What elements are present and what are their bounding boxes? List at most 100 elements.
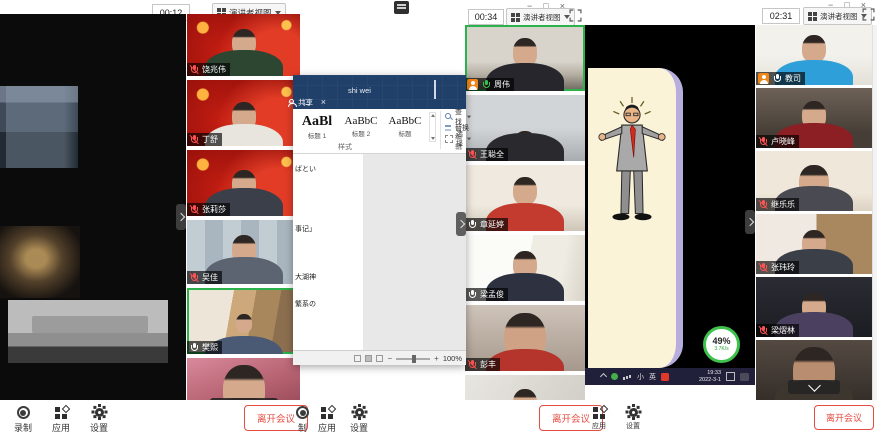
read-mode-icon[interactable]	[354, 355, 361, 362]
participant-name-bar: 周伟	[465, 78, 514, 91]
settings-button[interactable]: 设置	[90, 405, 108, 434]
participant-tile-partial[interactable]	[465, 375, 585, 400]
participant-name-bar: 教司	[756, 72, 805, 85]
participant-tile[interactable]: 丁舒	[187, 80, 300, 146]
style-gallery: AaBl 标题 1 AaBbC 标题 2 AaBbC 标题	[295, 111, 427, 143]
settings-button[interactable]: 设置	[350, 405, 368, 434]
participant-tile[interactable]: 梁熠林	[756, 277, 872, 337]
participant-video	[187, 358, 300, 400]
action-center-icon[interactable]	[726, 372, 735, 381]
participant-name: 吴佳	[202, 272, 218, 283]
memory-cleaner-ball[interactable]: 49% 3.7K/s	[703, 326, 740, 363]
word-title-bar[interactable]: shi wei − □ ×	[293, 75, 466, 95]
meeting1-filmstrip-expand-handle[interactable]	[176, 204, 186, 230]
tray-app-icon[interactable]	[611, 373, 618, 380]
apps-button[interactable]: 应用	[52, 406, 70, 434]
meeting2-filmstrip-expand-handle[interactable]	[456, 212, 466, 236]
settings-label: 设置	[626, 421, 640, 431]
participant-tile[interactable]: 章延婷	[465, 165, 585, 231]
ime-indicator[interactable]: 小	[637, 372, 644, 382]
zoom-slider[interactable]	[396, 358, 430, 360]
network-signal-icon[interactable]	[623, 373, 632, 380]
notification-icon[interactable]	[740, 373, 749, 381]
gear-icon	[352, 405, 366, 419]
style-preview: AaBl	[302, 115, 332, 129]
style-heading2[interactable]: AaBbC 标题 2	[339, 111, 383, 143]
style-gallery-scrollbar[interactable]	[429, 112, 436, 142]
shared-slide	[588, 68, 683, 368]
mic-on-icon	[467, 220, 477, 230]
mic-on-icon	[772, 74, 782, 84]
style-label: 标题 1	[308, 130, 326, 140]
collapse-filmstrip-button[interactable]	[210, 398, 278, 400]
presenter-badge-icon	[467, 79, 478, 90]
doc-text-fragment: 繁系の	[295, 299, 316, 309]
share-button[interactable]: 共享	[287, 97, 460, 108]
taskbar-clock[interactable]: 19:33 2022-3-1	[699, 370, 721, 383]
meeting2-view-dropdown[interactable]: 演讲者视图	[506, 8, 575, 26]
tray-red-app-icon[interactable]	[661, 373, 669, 381]
participant-tile[interactable]: 饶兆伟	[187, 14, 300, 76]
zoom-in-icon[interactable]: +	[434, 354, 439, 363]
participant-name: 梁孟俊	[480, 289, 504, 300]
participant-tile[interactable]: 王聪全	[465, 95, 585, 161]
memory-percent: 49%	[712, 337, 730, 346]
presenter-badge-icon	[758, 73, 769, 84]
participant-name-bar: 吴佳	[187, 271, 222, 284]
participant-name: 丁舒	[202, 134, 218, 145]
apps-button[interactable]: 应用	[592, 406, 606, 431]
screen: 00:12 演讲者视图 饶兆伟 丁舒	[0, 0, 877, 442]
apps-grid-icon	[593, 406, 606, 419]
settings-button[interactable]: 设置	[626, 405, 640, 431]
web-layout-icon[interactable]	[376, 355, 383, 362]
scroll-down-icon	[431, 137, 435, 140]
zoom-out-icon[interactable]: −	[387, 354, 392, 363]
speaker-view-icon	[511, 13, 520, 22]
print-layout-icon[interactable]	[365, 355, 372, 362]
filmstrip-scrollbar[interactable]	[872, 25, 877, 400]
mic-muted-icon	[758, 326, 768, 336]
mic-muted-icon	[189, 65, 199, 75]
meeting3-filmstrip-expand-handle[interactable]	[745, 210, 755, 234]
participant-tile[interactable]: 继乐乐	[756, 151, 872, 211]
meeting3-filmstrip: 教司 卢晓峰 继乐乐 张玮玲	[756, 25, 872, 400]
participant-tile[interactable]: 梁孟俊	[465, 235, 585, 301]
meeting3-timer: 02:31	[762, 8, 800, 24]
participant-tile[interactable]: 卢晓峰	[756, 88, 872, 148]
collapse-filmstrip-button[interactable]	[788, 380, 840, 394]
cartoon-man-illustration	[598, 90, 666, 240]
style-heading1[interactable]: AaBl 标题 1	[295, 111, 339, 143]
participant-name-bar: 张玮玲	[756, 261, 799, 274]
participant-tile[interactable]: 张玮玲	[756, 214, 872, 274]
language-indicator[interactable]: 英	[649, 372, 656, 382]
participant-tile[interactable]: 彭丰	[465, 305, 585, 371]
record-button[interactable]: 录制	[14, 406, 32, 434]
participant-name-bar: 彭丰	[465, 358, 500, 371]
participant-tile-speaking[interactable]: 周伟	[465, 25, 585, 91]
zoom-level[interactable]: 100%	[443, 354, 462, 363]
tray-expand-icon[interactable]	[600, 373, 607, 380]
editing-group-label: 编辑	[455, 132, 466, 152]
participant-tile[interactable]: 教司	[756, 25, 872, 85]
network-speed: 3.7K/s	[714, 346, 728, 352]
fullscreen-icon[interactable]	[862, 8, 875, 21]
record-button-partial[interactable]: 制	[296, 406, 309, 434]
meeting3-leave-button[interactable]: 离开会议	[814, 405, 874, 430]
apps-button[interactable]: 应用	[318, 406, 336, 434]
participant-tile[interactable]: 吴佳	[187, 220, 300, 284]
menu-lines-icon	[397, 4, 406, 6]
participant-tile-partial[interactable]	[187, 358, 300, 400]
document-page[interactable]: ばとい 事记」 大湖神 繁系の	[293, 154, 363, 350]
participant-tile-partial[interactable]	[756, 340, 872, 400]
style-heading[interactable]: AaBbC 标题	[383, 111, 427, 143]
fullscreen-icon[interactable]	[569, 9, 582, 22]
floating-toolbar-icon[interactable]	[394, 1, 409, 14]
participant-tile[interactable]: 张莉莎	[187, 150, 300, 216]
word-status-bar: − + 100%	[293, 350, 466, 365]
meeting3-shared-screen: 49% 3.7K/s 小 英 19:33 2022-3-1	[585, 25, 755, 385]
participant-video	[465, 375, 585, 400]
find-button[interactable]: 查找	[445, 111, 472, 122]
word-document-area[interactable]: ばとい 事记」 大湖神 繁系の	[293, 154, 466, 350]
participant-tile-speaking[interactable]: 樊熙	[187, 288, 300, 354]
meeting2-filmstrip: 周伟 王聪全 章延婷 梁孟俊	[465, 25, 585, 400]
